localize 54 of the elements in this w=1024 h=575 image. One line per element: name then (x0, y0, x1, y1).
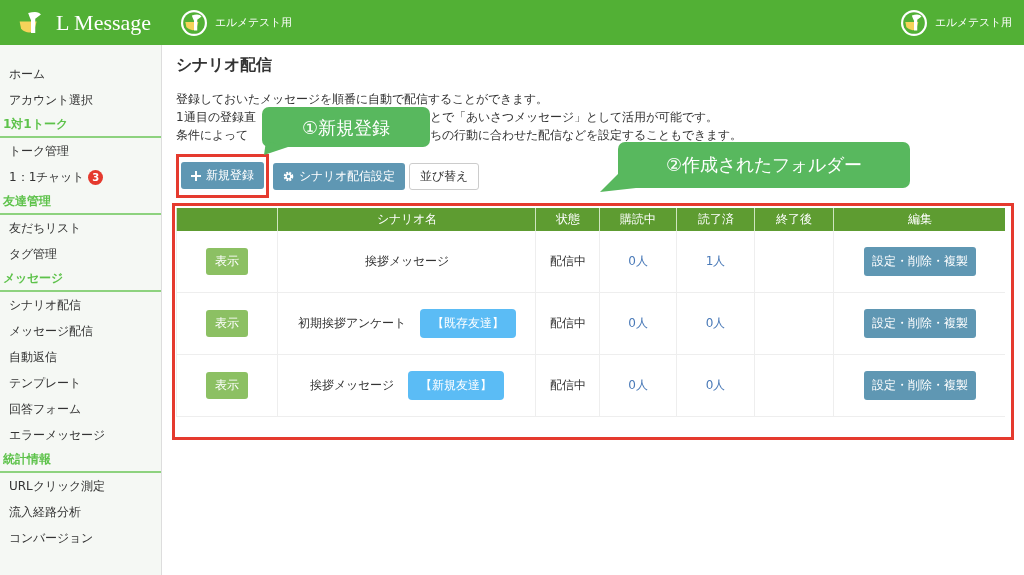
account-name: エルメテスト用 (215, 15, 293, 30)
sidebar-section-title: 友達管理 (0, 190, 161, 215)
sort-button[interactable]: 並び替え (409, 162, 479, 190)
settings-icon (283, 170, 294, 182)
user-name: エルメテスト用 (935, 15, 1012, 30)
status-text: 配信中 (549, 377, 586, 394)
sidebar-item[interactable]: タグ管理 (9, 245, 57, 263)
description-text: 1通目の登録直 (176, 109, 256, 126)
tag-label: 【新規友達】 (407, 371, 504, 400)
sidebar-item[interactable]: コンバージョン (9, 529, 93, 547)
sidebar-item[interactable]: 自動返信 (9, 348, 57, 366)
subscriber-count[interactable]: 0人 (628, 315, 648, 332)
count-badge: 3 (88, 169, 104, 185)
description-text: とで「あいさつメッセージ」として活用が可能です。 (430, 109, 718, 126)
sidebar-item[interactable]: アカウント選択 (9, 91, 93, 109)
sidebar-item[interactable]: メッセージ配信 (9, 322, 93, 340)
read-count[interactable]: 0人 (705, 377, 726, 394)
column-header: シナリオ名 (277, 208, 535, 231)
page-title: シナリオ配信 (176, 55, 273, 76)
sidebar-item[interactable]: 流入経路分析 (9, 503, 81, 521)
column-header: 終了後 (754, 208, 833, 231)
sidebar-item[interactable]: シナリオ配信 (9, 296, 81, 314)
sidebar-section-title: 1対1トーク (0, 113, 161, 138)
read-count[interactable]: 0人 (705, 315, 726, 332)
status-text: 配信中 (549, 253, 586, 270)
sidebar-item[interactable]: 友だちリスト (9, 219, 81, 237)
sidebar-section-title: メッセージ (0, 267, 161, 292)
scenario-name: 初期挨拶アンケート (297, 315, 406, 332)
column-header: 編集 (833, 208, 1005, 231)
logo-icon (181, 9, 208, 36)
sidebar-item[interactable]: テンプレート (9, 374, 81, 392)
subscriber-count[interactable]: 0人 (628, 253, 648, 270)
column-header: 読了済 (676, 208, 754, 231)
sidebar-item[interactable]: エラーメッセージ (9, 426, 105, 444)
logo-icon (901, 9, 927, 36)
column-header: 状態 (535, 208, 599, 231)
sidebar-item[interactable]: 回答フォーム (9, 400, 81, 418)
sidebar-item[interactable]: URLクリック測定 (9, 477, 105, 495)
description-text: ちの行動に合わせた配信などを設定することもできます。 (430, 127, 742, 144)
scenario-name: 挨拶メッセージ (364, 253, 449, 270)
description-text: 登録しておいたメッセージを順番に自動で配信することができます。 (176, 91, 548, 108)
sidebar-section-title: 統計情報 (0, 448, 161, 473)
column-header: 購読中 (599, 208, 676, 231)
plus-icon (191, 170, 201, 181)
sidebar-item[interactable]: トーク管理 (9, 142, 69, 160)
status-text: 配信中 (549, 315, 586, 332)
sidebar-item[interactable]: 1：1チャット (9, 168, 85, 186)
subscriber-count[interactable]: 0人 (628, 377, 648, 394)
scenario-name: 挨拶メッセージ (309, 377, 394, 394)
read-count[interactable]: 1人 (705, 253, 726, 270)
brand-name: L Message (56, 9, 152, 36)
tag-label: 【既存友達】 (419, 309, 516, 338)
description-text: 条件によって (176, 127, 248, 144)
sidebar-item[interactable]: ホーム (9, 65, 45, 83)
